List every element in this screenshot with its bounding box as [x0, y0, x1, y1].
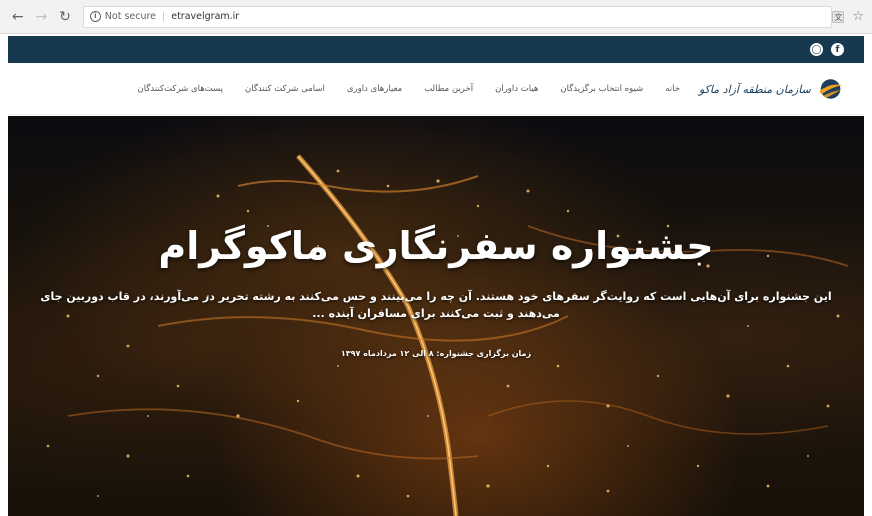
site-nav: خانه شیوه انتخاب برگزیدگان هیات داوران آ…: [8, 63, 864, 115]
site-topbar: ◯ f: [8, 36, 864, 63]
address-bar[interactable]: i Not secure | etravelgram.ir: [82, 5, 833, 28]
site-logo[interactable]: سازمان منطقه آزاد ماکو: [699, 71, 844, 107]
nav-item-latest-posts[interactable]: آخرین مطالب: [424, 84, 473, 94]
nav-item-selection-method[interactable]: شیوه انتخاب برگزیدگان: [560, 84, 643, 94]
translate-icon[interactable]: 文: [832, 10, 845, 23]
security-label: Not secure: [104, 11, 157, 22]
festival-date: زمان برگزاری جشنواره: ۸ الی ۱۲ مردادماه …: [340, 349, 532, 358]
nav-item-participants[interactable]: اسامی شرکت کنندگان: [245, 84, 325, 94]
nav-item-criteria[interactable]: معیارهای داوری: [347, 84, 402, 94]
logo-text: سازمان منطقه آزاد ماکو: [699, 82, 811, 96]
info-icon[interactable]: i: [89, 11, 101, 22]
reload-icon[interactable]: ↻: [55, 7, 75, 27]
browser-toolbar: ← → ↻ i Not secure | etravelgram.ir 文 ☆: [0, 0, 872, 34]
bookmark-star-icon[interactable]: ☆: [852, 9, 864, 24]
hero-description: این جشنواره برای آن‌هایی است که روایت‌گر…: [40, 290, 832, 320]
hero-banner: جشنواره سفرنگاری ماکوگرام این جشنواره بر…: [8, 116, 864, 516]
instagram-icon[interactable]: ◯: [810, 43, 823, 56]
facebook-icon[interactable]: f: [831, 43, 844, 56]
nav-links: خانه شیوه انتخاب برگزیدگان هیات داوران آ…: [8, 63, 688, 115]
nav-item-judges[interactable]: هیات داوران: [495, 84, 538, 94]
nav-item-participant-posts[interactable]: پست‌های شرکت‌کنندگان: [138, 84, 223, 94]
hero-title: جشنواره سفرنگاری ماکوگرام: [158, 224, 714, 268]
nav-item-home[interactable]: خانه: [665, 84, 680, 94]
back-arrow-icon[interactable]: ←: [8, 7, 28, 27]
forward-arrow-icon[interactable]: →: [32, 7, 52, 27]
logo-mark-icon: [819, 79, 843, 99]
url-text: etravelgram.ir: [171, 11, 240, 22]
url-separator: |: [162, 11, 166, 22]
